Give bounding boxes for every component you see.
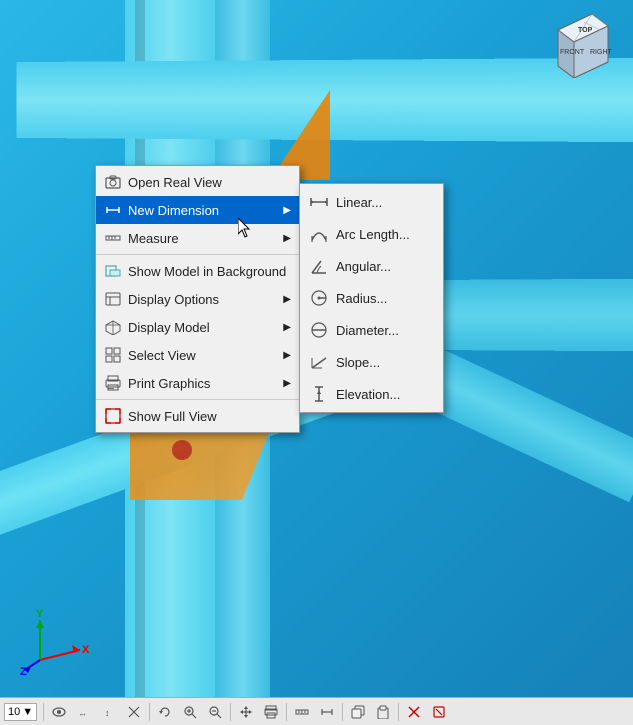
toolbar-btn-close[interactable] <box>427 701 451 723</box>
toolbar-btn-dim[interactable] <box>315 701 339 723</box>
svg-text:TOP: TOP <box>578 27 593 34</box>
menu-label-show-model-bg: Show Model in Background <box>128 264 291 279</box>
radius-icon <box>308 287 330 309</box>
submenu-item-slope[interactable]: Slope... <box>300 346 443 378</box>
svg-text:↔: ↔ <box>78 708 87 718</box>
slope-icon <box>308 351 330 373</box>
context-menu-wrapper: Open Real View New Dimension ▶ Measure ▶ <box>95 165 300 433</box>
submenu-label-elevation: Elevation... <box>336 387 435 402</box>
menu-label-open-real-view: Open Real View <box>128 175 291 190</box>
display-options-icon <box>104 290 122 308</box>
submenu-new-dimension[interactable]: Linear... Arc Length... Angular... Radiu… <box>299 183 444 413</box>
submenu-label-slope: Slope... <box>336 355 435 370</box>
select-view-icon <box>104 346 122 364</box>
toolbar-sep-1 <box>43 703 44 721</box>
print-icon <box>104 374 122 392</box>
measure-arrow: ▶ <box>283 233 291 244</box>
submenu-label-linear: Linear... <box>336 195 435 210</box>
toolbar-btn-fit-x[interactable]: ↔ <box>72 701 96 723</box>
menu-item-new-dimension[interactable]: New Dimension ▶ <box>96 196 299 224</box>
toolbar-sep-6 <box>398 703 399 721</box>
submenu-item-angular[interactable]: Angular... <box>300 250 443 282</box>
linear-icon <box>308 191 330 213</box>
menu-item-show-model-bg[interactable]: Show Model in Background <box>96 257 299 285</box>
toolbar-btn-paste[interactable] <box>371 701 395 723</box>
toolbar-btn-fit-y[interactable]: ↕ <box>97 701 121 723</box>
submenu-item-elevation[interactable]: Elevation... <box>300 378 443 410</box>
zoom-level[interactable]: 10 ▼ <box>4 703 37 721</box>
print-graphics-arrow: ▶ <box>283 378 291 389</box>
toolbar-btn-eye[interactable] <box>47 701 71 723</box>
toolbar-sep-5 <box>342 703 343 721</box>
svg-text:Z: Z <box>20 666 27 675</box>
toolbar-btn-close-x[interactable] <box>402 701 426 723</box>
3d-viewport[interactable]: TOP FRONT RIGHT X Y Z <box>0 0 633 725</box>
elevation-icon <box>308 383 330 405</box>
toolbar-btn-pan[interactable] <box>234 701 258 723</box>
submenu-item-arc-length[interactable]: Arc Length... <box>300 218 443 250</box>
menu-item-select-view[interactable]: Select View ▶ <box>96 341 299 369</box>
menu-label-print-graphics: Print Graphics <box>128 376 273 391</box>
full-view-icon <box>104 407 122 425</box>
toolbar-btn-zoom-out[interactable] <box>203 701 227 723</box>
model-bg-icon <box>104 262 122 280</box>
cube-svg: TOP FRONT RIGHT <box>548 10 616 78</box>
bottom-toolbar: 10 ▼ ↔ ↕ <box>0 697 633 725</box>
arc-length-icon <box>308 223 330 245</box>
toolbar-btn-zoom-in[interactable] <box>178 701 202 723</box>
submenu-label-radius: Radius... <box>336 291 435 306</box>
menu-item-measure[interactable]: Measure ▶ <box>96 224 299 252</box>
toolbar-btn-rotate[interactable] <box>153 701 177 723</box>
svg-text:Y: Y <box>36 608 44 620</box>
separator-1 <box>96 254 299 255</box>
toolbar-btn-measure[interactable] <box>290 701 314 723</box>
menu-item-show-full-view[interactable]: Show Full View <box>96 402 299 430</box>
zoom-value: 10 <box>8 706 20 718</box>
toolbar-btn-fit-xy[interactable] <box>122 701 146 723</box>
new-dimension-arrow: ▶ <box>283 205 291 216</box>
menu-item-open-real-view[interactable]: Open Real View <box>96 168 299 196</box>
submenu-label-diameter: Diameter... <box>336 323 435 338</box>
menu-item-display-options[interactable]: Display Options ▶ <box>96 285 299 313</box>
display-model-arrow: ▶ <box>283 322 291 333</box>
toolbar-sep-3 <box>230 703 231 721</box>
display-options-arrow: ▶ <box>283 294 291 305</box>
svg-text:↕: ↕ <box>105 708 110 718</box>
ruler-icon <box>104 229 122 247</box>
dimension-icon <box>104 201 122 219</box>
toolbar-btn-print[interactable] <box>259 701 283 723</box>
zoom-dropdown-arrow[interactable]: ▼ <box>22 706 33 718</box>
menu-label-select-view: Select View <box>128 348 273 363</box>
submenu-label-angular: Angular... <box>336 259 435 274</box>
diameter-icon <box>308 319 330 341</box>
menu-item-print-graphics[interactable]: Print Graphics ▶ <box>96 369 299 397</box>
svg-text:X: X <box>82 644 90 656</box>
angular-icon <box>308 255 330 277</box>
toolbar-sep-4 <box>286 703 287 721</box>
select-view-arrow: ▶ <box>283 350 291 361</box>
context-menu[interactable]: Open Real View New Dimension ▶ Measure ▶ <box>95 165 300 433</box>
axis-indicator: X Y Z <box>20 605 100 685</box>
menu-label-display-model: Display Model <box>128 320 273 335</box>
svg-text:FRONT: FRONT <box>560 49 585 56</box>
menu-label-new-dimension: New Dimension <box>128 203 273 218</box>
svg-text:RIGHT: RIGHT <box>590 49 613 56</box>
separator-2 <box>96 399 299 400</box>
menu-item-display-model[interactable]: Display Model ▶ <box>96 313 299 341</box>
navigation-cube[interactable]: TOP FRONT RIGHT <box>548 10 618 80</box>
submenu-item-linear[interactable]: Linear... <box>300 186 443 218</box>
menu-label-display-options: Display Options <box>128 292 273 307</box>
display-model-icon <box>104 318 122 336</box>
submenu-label-arc-length: Arc Length... <box>336 227 435 242</box>
submenu-item-radius[interactable]: Radius... <box>300 282 443 314</box>
toolbar-btn-copy[interactable] <box>346 701 370 723</box>
toolbar-sep-2 <box>149 703 150 721</box>
submenu-item-diameter[interactable]: Diameter... <box>300 314 443 346</box>
camera-icon <box>104 173 122 191</box>
menu-label-show-full-view: Show Full View <box>128 409 291 424</box>
menu-label-measure: Measure <box>128 231 273 246</box>
